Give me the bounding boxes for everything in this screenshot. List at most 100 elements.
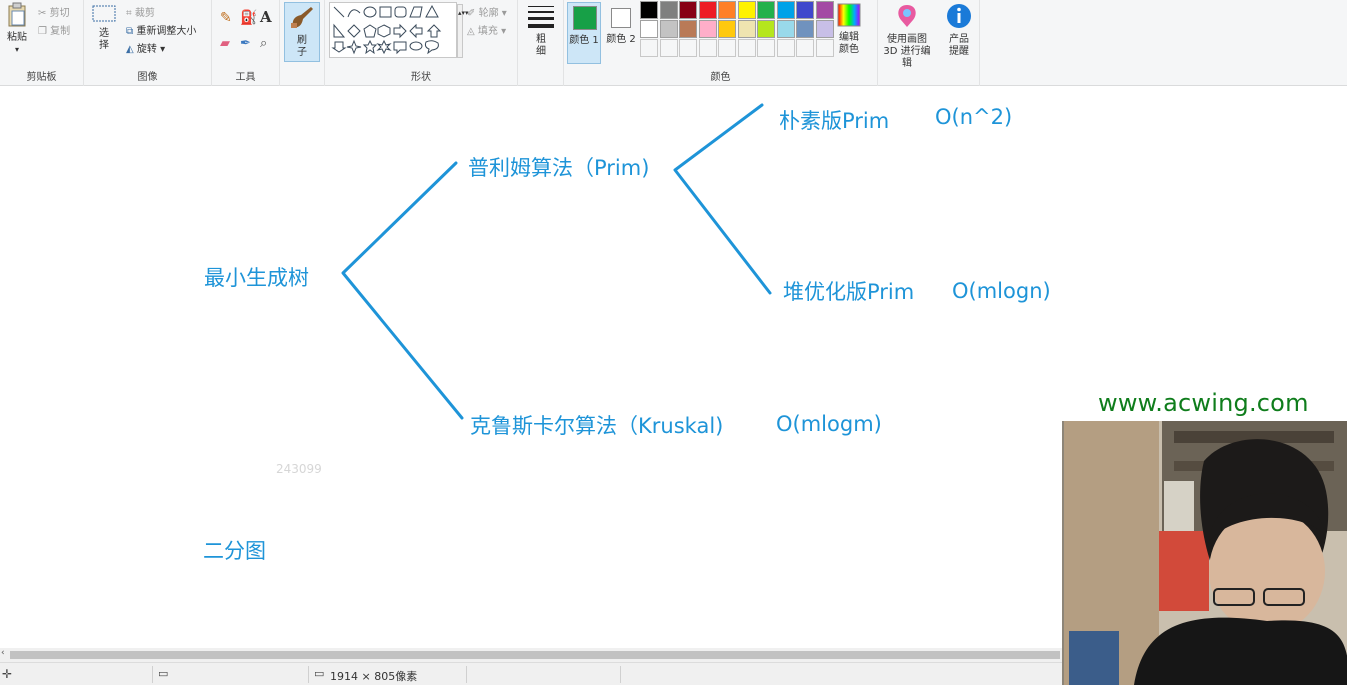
custom-color-slot[interactable]	[796, 39, 814, 57]
color2-swatch	[611, 8, 631, 28]
crop-label: 裁剪	[134, 8, 155, 19]
rotate-button[interactable]: ◭ 旋转 ▾	[126, 40, 165, 55]
faint-number-watermark: 243099	[276, 462, 322, 476]
copy-label: 复制	[50, 26, 71, 37]
palette-swatch[interactable]	[815, 20, 834, 38]
custom-color-slot[interactable]	[757, 39, 775, 57]
complexity-kruskal: O(mlogm)	[776, 412, 882, 436]
fill-bucket-icon[interactable]: ⛽	[240, 10, 257, 26]
edit-colors-button[interactable]: 编辑颜色	[834, 2, 864, 56]
custom-color-slot[interactable]	[737, 39, 756, 57]
status-divider	[466, 666, 467, 683]
selection-size-icon: ▭	[158, 667, 169, 680]
custom-color-slot[interactable]	[776, 39, 795, 57]
clipboard-group-label: 剪贴板	[26, 72, 57, 83]
product-alert-label: 产品提醒	[949, 34, 969, 57]
eraser-icon[interactable]: ▰	[220, 36, 230, 51]
cut-button[interactable]: ✂ 剪切	[38, 4, 70, 19]
custom-color-slot[interactable]	[698, 39, 717, 57]
palette-swatch[interactable]	[796, 20, 814, 38]
color1-swatch	[573, 6, 597, 30]
color1-label: 颜色 1	[569, 35, 599, 46]
palette-swatch[interactable]	[776, 20, 795, 38]
palette-swatch[interactable]	[698, 1, 717, 19]
resize-label: 重新调整大小	[136, 26, 197, 37]
shapes-gallery[interactable]	[329, 2, 457, 58]
select-button[interactable]: 选择	[90, 2, 118, 52]
status-bar: ✛ ▭ ▭ 1914 × 805像素	[0, 662, 1062, 685]
color2-label: 颜色 2	[606, 34, 636, 45]
status-divider	[152, 666, 153, 683]
shapes-gallery-icons	[331, 4, 442, 55]
horizontal-scroll-thumb[interactable]	[10, 651, 1060, 659]
size-group: 粗细	[518, 0, 564, 86]
custom-color-slot[interactable]	[718, 39, 736, 57]
palette-swatch[interactable]	[757, 1, 775, 19]
palette-swatch[interactable]	[698, 20, 717, 38]
crop-button[interactable]: ⌗ 裁剪	[126, 4, 155, 19]
magnifier-icon[interactable]: ⌕	[260, 36, 267, 51]
palette-swatch[interactable]	[776, 1, 795, 19]
size-button[interactable]: 粗细	[524, 2, 558, 58]
custom-color-slot[interactable]	[815, 39, 834, 57]
palette-swatch[interactable]	[659, 1, 678, 19]
shapes-group-label: 形状	[411, 72, 431, 83]
palette-swatch[interactable]	[737, 20, 756, 38]
custom-color-slot[interactable]	[659, 39, 678, 57]
info-icon	[947, 4, 971, 28]
rotate-icon: ◭	[126, 44, 134, 55]
select-label: 选择	[99, 28, 109, 51]
palette-swatch[interactable]	[640, 1, 658, 19]
text-tool-icon[interactable]: A	[260, 8, 272, 26]
rainbow-palette-icon	[837, 3, 861, 27]
outline-button[interactable]: ✐ 轮廓 ▾	[467, 4, 507, 19]
palette-swatch[interactable]	[718, 20, 736, 38]
palette-swatch[interactable]	[737, 1, 756, 19]
outline-label: 轮廓	[478, 8, 499, 19]
brush-label: 刷子	[297, 35, 307, 58]
palette-swatch[interactable]	[796, 1, 814, 19]
color1-button[interactable]: 颜色 1	[567, 2, 601, 64]
canvas-dimensions: 1914 × 805像素	[330, 670, 418, 683]
color2-button[interactable]: 颜色 2	[604, 2, 638, 64]
rotate-label: 旋转	[136, 44, 157, 55]
pencil-icon[interactable]: ✎	[220, 10, 232, 26]
custom-color-slot[interactable]	[679, 39, 697, 57]
node-mst: 最小生成树	[204, 266, 309, 290]
image-group: 选择 ⌗ 裁剪 ⧉ 重新调整大小 ◭ 旋转 ▾ 图像	[84, 0, 212, 86]
webcam-overlay	[1062, 421, 1347, 685]
fill-icon: ◬	[467, 26, 475, 37]
copy-button[interactable]: ❐ 复制	[38, 22, 70, 37]
paste-button[interactable]: 粘贴 ▾	[4, 2, 30, 56]
fill-button[interactable]: ◬ 填充 ▾	[467, 22, 506, 37]
palette-swatch[interactable]	[718, 1, 736, 19]
select-icon	[92, 5, 116, 22]
palette-swatch[interactable]	[757, 20, 775, 38]
ribbon: 粘贴 ▾ ✂ 剪切 ❐ 复制 剪贴板 选择 ⌗ 裁剪 ⧉ 重新调整大小 ◭ 旋转…	[0, 0, 1347, 86]
scroll-left-arrow-icon[interactable]: ‹	[1, 648, 5, 658]
paint3d-icon	[898, 5, 916, 27]
cut-label: 剪切	[49, 8, 70, 19]
brand-watermark: www.acwing.com	[1098, 389, 1309, 417]
brush-button[interactable]: 刷子	[284, 2, 320, 62]
crop-icon: ⌗	[126, 8, 132, 19]
copy-icon: ❐	[38, 26, 47, 37]
complexity-prim-heap: O(mlogn)	[952, 279, 1051, 303]
custom-color-slot[interactable]	[640, 39, 658, 57]
palette-swatch[interactable]	[679, 20, 697, 38]
palette-swatch[interactable]	[815, 1, 834, 19]
image-group-label: 图像	[137, 72, 158, 83]
shapes-scroll[interactable]: ▴▾▾	[457, 4, 469, 58]
horizontal-scrollbar[interactable]: ‹	[0, 648, 1062, 662]
paint3d-group: 使用画图 3D 进行编辑	[878, 0, 938, 86]
palette-swatch[interactable]	[659, 20, 678, 38]
palette-swatch[interactable]	[640, 20, 658, 38]
color-picker-icon[interactable]: ✒	[240, 36, 251, 51]
resize-button[interactable]: ⧉ 重新调整大小	[126, 22, 196, 37]
paint3d-button[interactable]: 使用画图 3D 进行编辑	[878, 2, 936, 70]
brush-group: 刷子	[280, 0, 325, 86]
product-alert-button[interactable]: 产品提醒	[943, 2, 975, 58]
palette-swatch[interactable]	[679, 1, 697, 19]
root-branch-edges	[341, 161, 464, 420]
node-prim: 普利姆算法（Prim)	[468, 156, 650, 180]
